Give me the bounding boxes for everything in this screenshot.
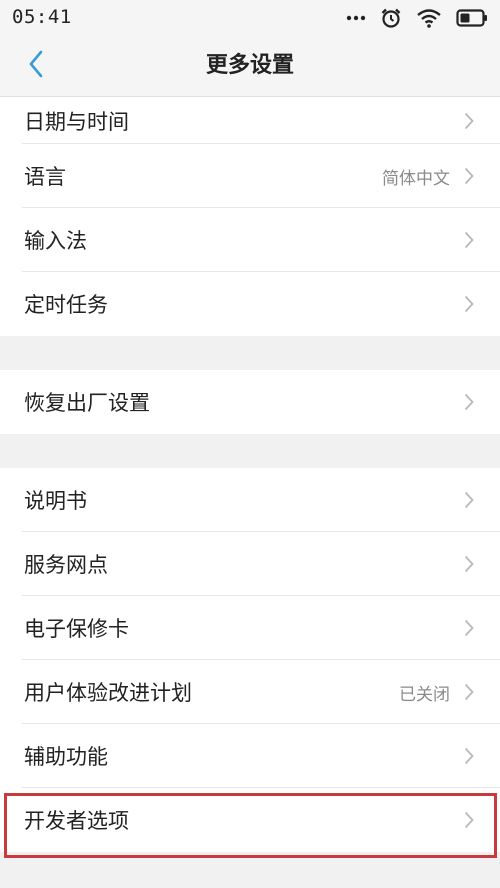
row-service-centers[interactable]: 服务网点	[0, 532, 500, 596]
row-label: 定时任务	[24, 293, 108, 317]
row-developer-options[interactable]: 开发者选项	[0, 788, 500, 852]
row-label: 输入法	[24, 229, 87, 253]
wifi-icon	[416, 8, 442, 28]
chevron-right-icon	[462, 618, 476, 638]
row-label: 语言	[24, 165, 66, 189]
row-scheduled-tasks[interactable]: 定时任务	[0, 272, 500, 336]
row-user-experience-program[interactable]: 用户体验改进计划 已关闭	[0, 660, 500, 724]
chevron-right-icon	[462, 392, 476, 412]
settings-group-reset: 恢复出厂设置	[0, 370, 500, 434]
row-label: 辅助功能	[24, 745, 108, 769]
row-accessibility[interactable]: 辅助功能	[0, 724, 500, 788]
row-label: 恢复出厂设置	[24, 391, 150, 415]
row-label: 说明书	[24, 489, 87, 513]
chevron-right-icon	[462, 682, 476, 702]
alarm-icon	[380, 7, 402, 29]
chevron-right-icon	[462, 294, 476, 314]
row-factory-reset[interactable]: 恢复出厂设置	[0, 370, 500, 434]
row-label: 日期与时间	[24, 109, 129, 134]
row-label: 电子保修卡	[24, 617, 129, 641]
chevron-right-icon	[462, 230, 476, 250]
row-label: 用户体验改进计划	[24, 681, 192, 705]
settings-group-general: 日期与时间 语言 简体中文 输入法 定时任务	[0, 97, 500, 336]
status-time: 05:41	[12, 6, 72, 28]
group-separator	[0, 434, 500, 468]
title-bar: 更多设置	[0, 36, 500, 97]
chevron-right-icon	[462, 810, 476, 830]
back-button[interactable]	[18, 48, 54, 84]
battery-icon	[456, 9, 488, 27]
settings-list: 日期与时间 语言 简体中文 输入法 定时任务 恢复出厂设置 说明书 服务网点 电…	[0, 97, 500, 852]
bottom-background	[0, 860, 500, 888]
row-date-time[interactable]: 日期与时间	[0, 97, 500, 144]
row-warranty-card[interactable]: 电子保修卡	[0, 596, 500, 660]
status-bar: 05:41	[0, 0, 500, 36]
row-manual[interactable]: 说明书	[0, 468, 500, 532]
row-value: 已关闭	[399, 684, 450, 705]
chevron-left-icon	[28, 50, 44, 82]
chevron-right-icon	[462, 554, 476, 574]
row-label: 服务网点	[24, 553, 108, 577]
row-input-method[interactable]: 输入法	[0, 208, 500, 272]
chevron-right-icon	[462, 746, 476, 766]
page-title: 更多设置	[205, 53, 294, 78]
settings-group-help: 说明书 服务网点 电子保修卡 用户体验改进计划 已关闭 辅助功能 开发者选项	[0, 468, 500, 852]
chevron-right-icon	[462, 111, 476, 131]
chevron-right-icon	[462, 490, 476, 510]
more-dots-icon	[346, 15, 366, 21]
chevron-right-icon	[462, 166, 476, 186]
group-separator	[0, 336, 500, 370]
status-icons	[346, 6, 488, 30]
row-label: 开发者选项	[24, 809, 129, 833]
row-language[interactable]: 语言 简体中文	[0, 144, 500, 208]
row-value: 简体中文	[382, 168, 450, 189]
